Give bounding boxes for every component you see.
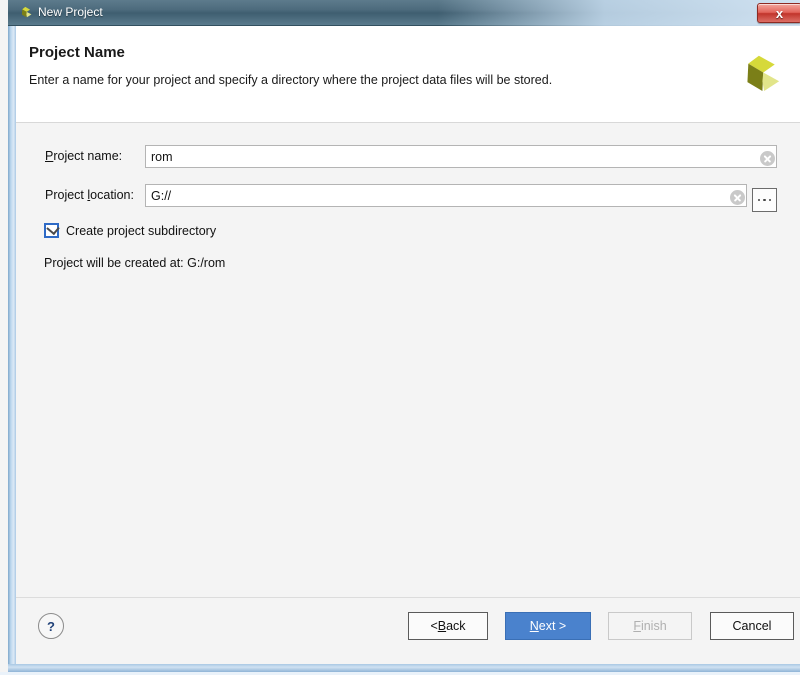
cancel-button[interactable]: Cancel <box>710 612 794 640</box>
dialog-footer: ? < Back Next > Finish Cancel <box>16 599 800 664</box>
finish-button: Finish <box>608 612 692 640</box>
dialog-header: Project Name Enter a name for your proje… <box>16 26 800 123</box>
finish-button-label: inish <box>641 619 667 633</box>
project-name-row: Project name: <box>16 145 800 167</box>
project-location-row: Project location: <box>16 184 800 206</box>
back-button-mnemonic: B <box>438 619 446 633</box>
page-description: Enter a name for your project and specif… <box>29 73 552 87</box>
ellipsis-icon <box>769 199 772 202</box>
cancel-button-label: Cancel <box>733 619 772 633</box>
close-icon: x <box>758 4 800 22</box>
next-button-mnemonic: N <box>530 619 539 633</box>
back-button-prefix: < <box>430 619 437 633</box>
create-subdirectory-row[interactable]: Create project subdirectory <box>44 223 216 238</box>
create-subdirectory-label: Create project subdirectory <box>66 224 216 238</box>
page-title: Project Name <box>29 44 125 61</box>
question-mark-icon: ? <box>47 619 55 634</box>
project-location-label-prefix: Project <box>45 188 87 202</box>
project-name-input[interactable] <box>145 145 777 168</box>
window-frame-left <box>8 26 16 672</box>
help-button[interactable]: ? <box>38 613 64 639</box>
create-subdirectory-checkbox[interactable] <box>44 223 59 238</box>
project-created-at-text: Project will be created at: G:/rom <box>44 256 225 270</box>
project-name-label-text: roject name: <box>53 149 122 163</box>
ellipsis-icon <box>758 199 761 202</box>
project-name-label: Project name: <box>45 149 122 163</box>
next-button-label: ext > <box>539 619 566 633</box>
project-location-label-text: ocation: <box>90 188 134 202</box>
finish-button-mnemonic: F <box>633 619 641 633</box>
titlebar-gradient-overlay <box>438 0 800 26</box>
xilinx-vivado-logo-icon <box>736 53 780 99</box>
dialog-title: New Project <box>38 5 103 19</box>
browse-button[interactable] <box>752 188 777 212</box>
dialog-titlebar[interactable]: New Project x <box>8 0 800 26</box>
vivado-logo-icon <box>18 6 32 20</box>
project-name-clear-icon[interactable] <box>760 151 775 166</box>
new-project-dialog: New Project x Project Name Enter a name … <box>0 0 800 672</box>
back-button-label: ack <box>446 619 465 633</box>
project-location-clear-icon[interactable] <box>730 190 745 205</box>
project-location-input[interactable] <box>145 184 747 207</box>
ellipsis-icon <box>763 199 766 202</box>
checkmark-icon <box>46 222 59 235</box>
back-button[interactable]: < Back <box>408 612 488 640</box>
dialog-body: Project name: Project location: Create p… <box>16 123 800 598</box>
window-frame-bottom <box>8 664 800 672</box>
dialog-close-button[interactable]: x <box>757 3 800 23</box>
next-button[interactable]: Next > <box>505 612 591 640</box>
project-location-label: Project location: <box>45 188 134 202</box>
